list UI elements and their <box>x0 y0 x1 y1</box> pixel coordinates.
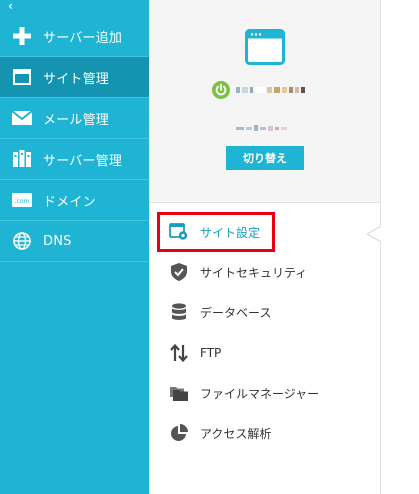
menu-item-database[interactable]: データベース <box>160 295 271 329</box>
sidebar-item-label: サイト管理 <box>43 71 110 87</box>
power-status-icon <box>212 81 230 99</box>
menu-item-label: FTP <box>200 346 222 360</box>
sidebar-item-label: サーバー管理 <box>43 153 123 169</box>
folders-icon <box>168 382 190 404</box>
menu-item-access-analytics[interactable]: アクセス解析 <box>160 416 271 450</box>
database-icon <box>168 301 190 323</box>
sidebar-item-label: サーバー追加 <box>43 30 123 46</box>
highlight-box <box>157 212 275 252</box>
menu-item-label: データベース <box>200 305 272 320</box>
menu-item-label: ファイルマネージャー <box>200 386 320 401</box>
sidebar-item-label: ドメイン <box>43 194 96 210</box>
sidebar-item-site-management[interactable]: サイト管理 <box>0 57 149 98</box>
sidebar-item-label: メール管理 <box>43 112 110 128</box>
switch-server-button[interactable]: 切り替え <box>226 146 304 170</box>
pie-chart-icon <box>168 422 190 444</box>
site-window-icon <box>245 29 285 65</box>
menu-item-ftp[interactable]: FTP <box>160 336 221 370</box>
redacted-server-id <box>236 123 289 133</box>
plus-icon <box>11 25 33 47</box>
bubble-pointer <box>365 225 382 243</box>
server-icon <box>11 148 33 170</box>
menu-item-label: アクセス解析 <box>200 426 272 441</box>
sidebar-item-add-server[interactable]: サーバー追加 <box>0 16 149 57</box>
envelope-icon <box>11 107 33 129</box>
sidebar-item-server-management[interactable]: サーバー管理 <box>0 139 149 180</box>
menu-item-label: サイトセキュリティ <box>200 265 308 280</box>
sidebar-item-mail-management[interactable]: メール管理 <box>0 98 149 139</box>
menu-item-site-security[interactable]: サイトセキュリティ <box>160 255 307 289</box>
server-status-row <box>212 80 307 100</box>
sidebar-item-domain[interactable]: .com ドメイン <box>0 180 149 221</box>
sidebar: ‹ サーバー追加 サイト管理 メール管理 サーバー管理 .com ドメイン DN… <box>0 0 149 494</box>
back-chevron-icon[interactable]: ‹ <box>8 0 22 14</box>
panel-divider <box>149 202 380 203</box>
sidebar-item-dns[interactable]: DNS <box>0 221 149 262</box>
panel-edge-divider <box>380 0 381 494</box>
transfer-arrows-icon <box>168 342 190 364</box>
menu-item-file-manager[interactable]: ファイルマネージャー <box>160 376 319 410</box>
redacted-server-name <box>236 87 307 93</box>
globe-icon <box>11 230 33 252</box>
sidebar-item-label: DNS <box>43 233 72 249</box>
shield-check-icon <box>168 261 190 283</box>
site-window-icon <box>11 66 33 88</box>
domain-com-icon: .com <box>11 189 33 211</box>
svg-text:.com: .com <box>15 198 30 205</box>
